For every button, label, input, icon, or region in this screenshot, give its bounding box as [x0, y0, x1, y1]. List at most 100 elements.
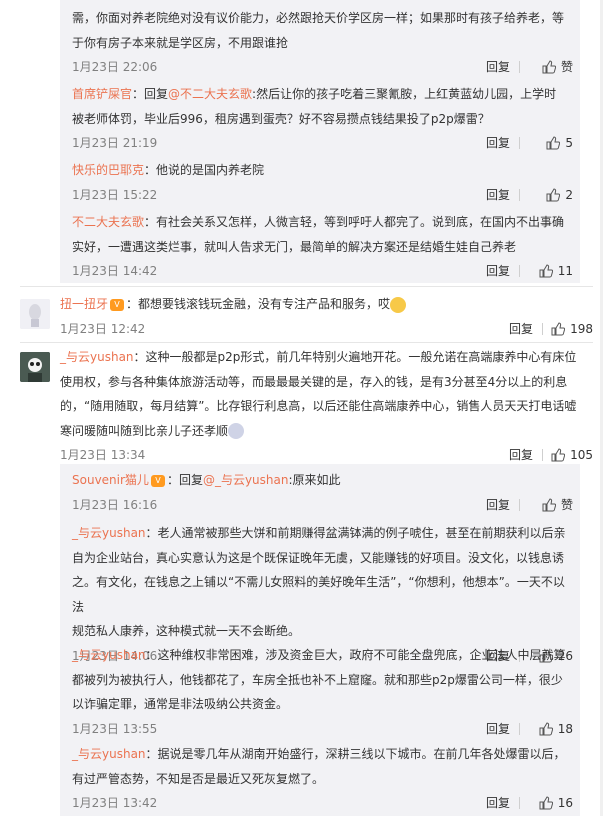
separator — [519, 61, 520, 73]
like-count: 赞 — [560, 497, 573, 512]
crying-emoji-icon — [390, 296, 407, 313]
like-button[interactable]: 赞 — [542, 57, 573, 77]
separator — [519, 265, 520, 277]
like-button[interactable]: 赞 — [542, 495, 573, 515]
username-link[interactable]: 首席铲屎官 — [72, 87, 132, 101]
like-count: 2 — [565, 187, 573, 202]
comment-text: 不二大夫玄歌：有社会关系又怎样，人微言轻，等到呼吁人都完了。说到底，在国内不出事… — [72, 215, 565, 254]
like-button[interactable]: 105 — [551, 445, 593, 465]
comment-item: 扭一扭牙 V ：都想要钱滚钱玩金融，没有专注产品和服务，哎 1月23日 12:42 … — [60, 292, 593, 339]
comment-text: 需，你面对养老院绝对没有议价能力，必然跟抢天价学区房一样；如果那时有孩子给养老，… — [72, 11, 565, 50]
thumbs-up-icon — [546, 187, 561, 201]
emoji-icon — [228, 423, 245, 439]
thumbs-up-icon — [542, 60, 556, 74]
comment-text: _与云yushan：这种维权非常困难，涉及资金巨大，政府不可能全盘兜底，企业法人… — [72, 648, 566, 711]
comment-meta: 1月23日 13:42 回复 16 — [72, 793, 573, 813]
like-count: 16 — [557, 796, 573, 810]
separator — [542, 322, 543, 335]
comment-item: 不二大夫玄歌：有社会关系又怎样，人微言轻，等到呼吁人都完了。说到底，在国内不出事… — [72, 210, 573, 281]
like-button[interactable]: 18 — [539, 719, 573, 739]
username-link[interactable]: _与云yushan — [60, 350, 134, 364]
like-count: 18 — [557, 721, 573, 736]
comment-text: _与云yushan：据说是零几年从湖南开始盛行，深耕三线以下城市。在前几年各处爆… — [72, 747, 566, 786]
comment-item: _与云yushan：据说是零几年从湖南开始盛行，深耕三线以下城市。在前几年各处爆… — [72, 742, 573, 813]
like-button[interactable]: 16 — [539, 793, 573, 813]
comment-item: _与云yushan：这种维权非常困难，涉及资金巨大，政府不可能全盘兜底，企业法人… — [72, 643, 573, 739]
separator — [542, 449, 543, 461]
avatar[interactable] — [20, 299, 50, 329]
thumbs-up-icon — [539, 796, 553, 810]
comment-item: Souvenir猫儿 V ：回复@_与云yushan:原来如此 1月23日 16:1… — [72, 468, 573, 515]
comment-text: 扭一扭牙 V ：都想要钱滚钱玩金融，没有专注产品和服务，哎 — [60, 292, 593, 317]
timestamp: 1月23日 12:42 — [60, 321, 146, 336]
reply-button[interactable]: 回复 — [486, 185, 510, 205]
like-count: 105 — [570, 448, 593, 462]
thumbs-up-icon — [551, 321, 566, 335]
comment-item: 首席铲屎官：回复@不二大夫玄歌:然后让你的孩子吃着三聚氰胺，上红黄蓝幼儿园，上学… — [72, 82, 573, 153]
username-link[interactable]: Souvenir猫儿 — [72, 473, 149, 487]
like-count: 198 — [570, 321, 593, 336]
separator — [519, 498, 520, 511]
timestamp: 1月23日 15:22 — [72, 187, 158, 202]
like-button[interactable]: 2 — [546, 185, 573, 205]
thumbs-up-icon — [539, 264, 553, 278]
reply-button[interactable]: 回复 — [509, 445, 533, 465]
divider — [20, 286, 593, 287]
username-link[interactable]: _与云yushan — [72, 747, 146, 761]
timestamp: 1月23日 14:42 — [72, 264, 158, 278]
thumbs-up-icon — [551, 448, 566, 462]
comment-meta: 1月23日 14:42 回复 11 — [72, 261, 573, 281]
comment-meta: 1月23日 16:16 回复 赞 — [72, 495, 573, 515]
thumbs-up-icon — [542, 497, 556, 511]
comment-meta: 1月23日 22:06 回复 赞 — [72, 57, 573, 77]
comment-meta: 1月23日 12:42 回复 198 — [60, 319, 593, 339]
comment-meta: 1月23日 21:19 回复 5 — [72, 133, 573, 153]
like-button[interactable]: 198 — [551, 319, 593, 339]
thumbs-up-icon — [539, 721, 553, 735]
like-button[interactable]: 11 — [539, 261, 573, 281]
mention-link[interactable]: @不二大夫玄歌 — [168, 87, 252, 101]
reply-button[interactable]: 回复 — [486, 57, 510, 77]
comment-item: 快乐的巴耶克：他说的是国内养老院 1月23日 15:22 回复 2 — [72, 158, 573, 205]
comment-text: _与云yushan：这种一般都是p2p形式，前几年特别火遍地开花。一般允诺在高端… — [60, 350, 577, 439]
comment-text: 快乐的巴耶克：他说的是国内养老院 — [72, 163, 265, 177]
vip-badge-icon: V — [110, 298, 125, 311]
comment-meta: 1月23日 15:22 回复 2 — [72, 185, 573, 205]
username-link[interactable]: _与云yushan — [72, 648, 146, 662]
separator — [519, 797, 520, 809]
like-count: 5 — [565, 136, 573, 150]
timestamp: 1月23日 13:55 — [72, 721, 158, 736]
comment-item: _与云yushan：这种一般都是p2p形式，前几年特别火遍地开花。一般允诺在高端… — [60, 345, 593, 465]
timestamp: 1月23日 13:42 — [72, 796, 158, 810]
timestamp: 1月23日 22:06 — [72, 60, 158, 74]
username-link[interactable]: 不二大夫玄歌 — [72, 215, 144, 229]
reply-button[interactable]: 回复 — [509, 319, 533, 339]
comment-text: Souvenir猫儿 V ：回复@_与云yushan:原来如此 — [72, 473, 341, 487]
username-link[interactable]: _与云yushan — [72, 526, 146, 540]
reply-button[interactable]: 回复 — [486, 793, 510, 813]
comment-meta: 1月23日 13:55 回复 18 — [72, 719, 573, 739]
comment-item: 需，你面对养老院绝对没有议价能力，必然跟抢天价学区房一样；如果那时有孩子给养老，… — [72, 6, 573, 77]
thumbs-up-icon — [546, 136, 561, 150]
separator — [519, 722, 520, 735]
divider — [20, 342, 593, 343]
reply-button[interactable]: 回复 — [486, 719, 510, 739]
separator — [519, 188, 520, 201]
timestamp: 1月23日 13:34 — [60, 448, 146, 462]
like-count: 11 — [557, 264, 573, 278]
username-link[interactable]: 扭一扭牙 — [60, 297, 108, 311]
separator — [519, 137, 520, 149]
comment-text: _与云yushan：老人通常被那些大饼和前期赚得盆满钵满的例子唬住，甚至在前期获… — [72, 526, 566, 638]
comment-text: 首席铲屎官：回复@不二大夫玄歌:然后让你的孩子吃着三聚氰胺，上红黄蓝幼儿园，上学… — [72, 87, 557, 126]
like-count: 赞 — [560, 60, 573, 74]
username-link[interactable]: 快乐的巴耶克 — [72, 163, 144, 177]
mention-link[interactable]: @_与云yushan — [203, 473, 289, 487]
reply-button[interactable]: 回复 — [486, 133, 510, 153]
avatar[interactable] — [20, 352, 50, 382]
vip-badge-icon: V — [150, 474, 165, 487]
comment-meta: 1月23日 13:34 回复 105 — [60, 445, 593, 465]
like-button[interactable]: 5 — [546, 133, 573, 153]
timestamp: 1月23日 16:16 — [72, 497, 158, 512]
reply-button[interactable]: 回复 — [486, 261, 510, 281]
reply-button[interactable]: 回复 — [486, 495, 510, 515]
